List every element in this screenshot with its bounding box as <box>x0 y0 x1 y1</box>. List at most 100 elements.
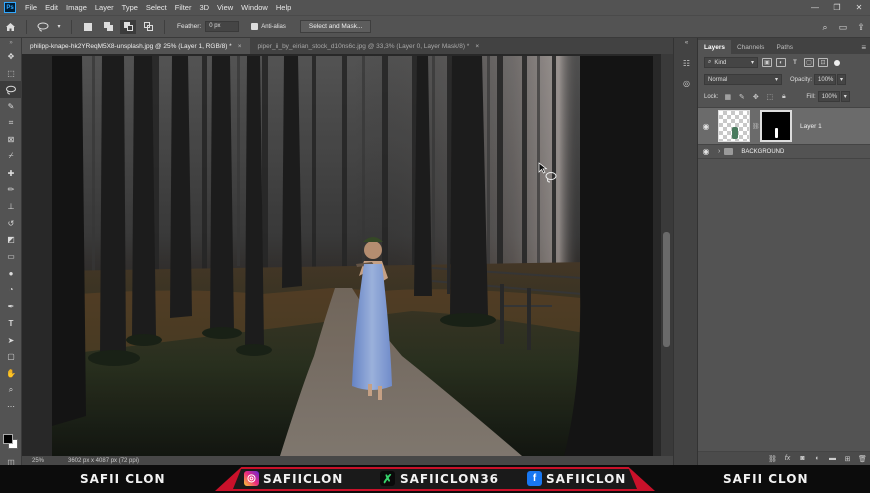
panel-menu-icon[interactable]: ≡ <box>861 40 866 54</box>
layer-style-icon[interactable]: fx <box>780 455 795 462</box>
blend-mode-select[interactable]: Normal ▾ <box>704 74 782 85</box>
intersect-selection-icon[interactable] <box>140 20 156 34</box>
new-group-icon[interactable]: ▬ <box>825 455 840 462</box>
properties-panel-icon[interactable]: ☷ <box>674 54 699 72</box>
lock-all-icon[interactable]: 🔒︎ <box>779 93 788 101</box>
fill-dropdown-icon[interactable]: ▾ <box>840 91 850 102</box>
menu-view[interactable]: View <box>213 3 237 12</box>
select-and-mask-button[interactable]: Select and Mask... <box>299 20 372 33</box>
filter-kind-select[interactable]: ⌕ Kind ▾ <box>704 57 758 68</box>
menu-image[interactable]: Image <box>62 3 91 12</box>
close-icon[interactable]: × <box>475 43 479 50</box>
foreground-color-swatch[interactable] <box>3 434 13 444</box>
filter-smart-object-icon[interactable]: ⊡ <box>818 58 828 67</box>
canvas-vertical-scrollbar[interactable] <box>661 54 673 456</box>
path-selection-tool-icon[interactable]: ➤ <box>0 332 22 349</box>
add-selection-icon[interactable] <box>100 20 116 34</box>
frame-tool-icon[interactable]: ⊠ <box>0 131 22 148</box>
lasso-icon[interactable] <box>35 20 51 34</box>
layer-thumbnail[interactable] <box>718 110 750 142</box>
close-icon[interactable]: × <box>238 43 242 50</box>
tab-layers[interactable]: Layers <box>698 40 731 54</box>
menu-select[interactable]: Select <box>142 3 171 12</box>
menu-window[interactable]: Window <box>237 3 272 12</box>
menu-type[interactable]: Type <box>118 3 142 12</box>
search-icon[interactable]: ⌕ <box>816 22 834 33</box>
menu-3d[interactable]: 3D <box>195 3 213 12</box>
layer-mask-thumbnail[interactable] <box>760 110 792 142</box>
hand-tool-icon[interactable]: ✋ <box>0 365 22 382</box>
delete-layer-icon[interactable]: 🗑︎ <box>855 455 870 463</box>
scrollbar-thumb[interactable] <box>663 232 670 347</box>
more-tools-icon[interactable]: ⋯ <box>0 398 22 415</box>
chevron-right-icon[interactable]: › <box>718 148 720 155</box>
brush-tool-icon[interactable]: ✏ <box>0 182 22 199</box>
link-layers-icon[interactable]: ⛓ <box>765 455 780 463</box>
tab-paths[interactable]: Paths <box>770 40 799 54</box>
move-tool-icon[interactable]: ✥ <box>0 48 22 65</box>
menu-edit[interactable]: Edit <box>41 3 62 12</box>
lock-transparent-pixels-icon[interactable]: ▦ <box>723 93 732 101</box>
fill-input[interactable]: 100% <box>817 91 840 102</box>
gradient-tool-icon[interactable]: ▭ <box>0 248 22 265</box>
eyedropper-tool-icon[interactable]: ⌿ <box>0 148 22 165</box>
opacity-input[interactable]: 100% <box>814 74 837 85</box>
document-canvas[interactable] <box>52 56 653 456</box>
link-icon[interactable]: ⛓ <box>752 123 760 130</box>
expand-panels-icon[interactable]: « <box>674 38 699 48</box>
adjustment-layer-icon[interactable]: ◐ <box>810 455 825 462</box>
feather-input[interactable]: 0 px <box>205 21 240 32</box>
filter-adjustment-icon[interactable]: ◐ <box>776 58 786 67</box>
marquee-tool-icon[interactable]: ⬚ <box>0 65 22 82</box>
layer-row-layer-1[interactable]: ◉ ⛓ Layer 1 <box>698 107 870 144</box>
blur-tool-icon[interactable]: ● <box>0 265 22 282</box>
home-icon[interactable] <box>2 20 18 34</box>
antialias-checkbox[interactable] <box>251 23 259 30</box>
filter-shape-icon[interactable]: ▢ <box>804 58 814 67</box>
menu-layer[interactable]: Layer <box>91 3 118 12</box>
rectangle-tool-icon[interactable]: ▢ <box>0 348 22 365</box>
close-icon[interactable]: ✕ <box>848 0 870 15</box>
pen-tool-icon[interactable]: ✒ <box>0 298 22 315</box>
lasso-tool-icon[interactable] <box>0 81 22 99</box>
chevron-down-icon[interactable]: ▾ <box>55 20 63 34</box>
menu-filter[interactable]: Filter <box>171 3 196 12</box>
layer-name[interactable]: BACKGROUND <box>741 149 784 155</box>
clone-stamp-tool-icon[interactable]: ⊥ <box>0 198 22 215</box>
dodge-tool-icon[interactable]: ◔ <box>0 282 22 299</box>
layer-name[interactable]: Layer 1 <box>800 123 822 130</box>
subtract-selection-icon[interactable] <box>120 19 136 34</box>
tab-document-1[interactable]: philipp-knape-hk2YReqM5X8-unsplash.jpg @… <box>22 38 250 54</box>
zoom-tool-icon[interactable]: ⌕ <box>0 382 22 399</box>
quick-selection-tool-icon[interactable]: ✎ <box>0 98 22 115</box>
lock-artboard-icon[interactable]: ⬚ <box>765 93 774 101</box>
add-mask-icon[interactable]: ◙ <box>795 455 810 462</box>
tab-document-2[interactable]: piper_ii_by_eirian_stock_d10ns6c.jpg @ 3… <box>250 38 488 54</box>
opacity-dropdown-icon[interactable]: ▾ <box>837 74 847 85</box>
eraser-tool-icon[interactable]: ◩ <box>0 232 22 249</box>
share-icon[interactable]: ⇪ <box>852 22 870 33</box>
type-tool-icon[interactable]: T <box>0 315 22 332</box>
color-swatches[interactable] <box>3 434 19 450</box>
collapse-icon[interactable]: » <box>0 38 22 48</box>
filter-toggle-icon[interactable] <box>834 59 840 66</box>
eye-icon[interactable]: ◉ <box>698 147 714 156</box>
minimize-icon[interactable]: — <box>804 0 826 15</box>
menu-help[interactable]: Help <box>272 3 295 12</box>
history-brush-tool-icon[interactable]: ↺ <box>0 215 22 232</box>
lock-image-pixels-icon[interactable]: ✎ <box>737 93 746 101</box>
filter-pixel-icon[interactable]: ▣ <box>762 58 772 67</box>
workspace-icon[interactable]: ▭ <box>834 22 852 33</box>
canvas-area[interactable] <box>22 54 673 456</box>
new-selection-icon[interactable] <box>80 20 96 34</box>
eye-icon[interactable]: ◉ <box>698 122 714 131</box>
adjustments-panel-icon[interactable]: ◎ <box>674 74 699 92</box>
crop-tool-icon[interactable]: ⌗ <box>0 115 22 132</box>
tab-channels[interactable]: Channels <box>731 40 770 54</box>
layer-row-background[interactable]: ◉ › BACKGROUND <box>698 144 870 159</box>
maximize-icon[interactable]: ❐ <box>826 0 848 15</box>
zoom-level[interactable]: 25% <box>22 458 56 464</box>
lock-position-icon[interactable]: ✥ <box>751 93 760 101</box>
healing-brush-tool-icon[interactable]: ✚ <box>0 165 22 182</box>
filter-type-icon[interactable]: T <box>790 58 800 67</box>
